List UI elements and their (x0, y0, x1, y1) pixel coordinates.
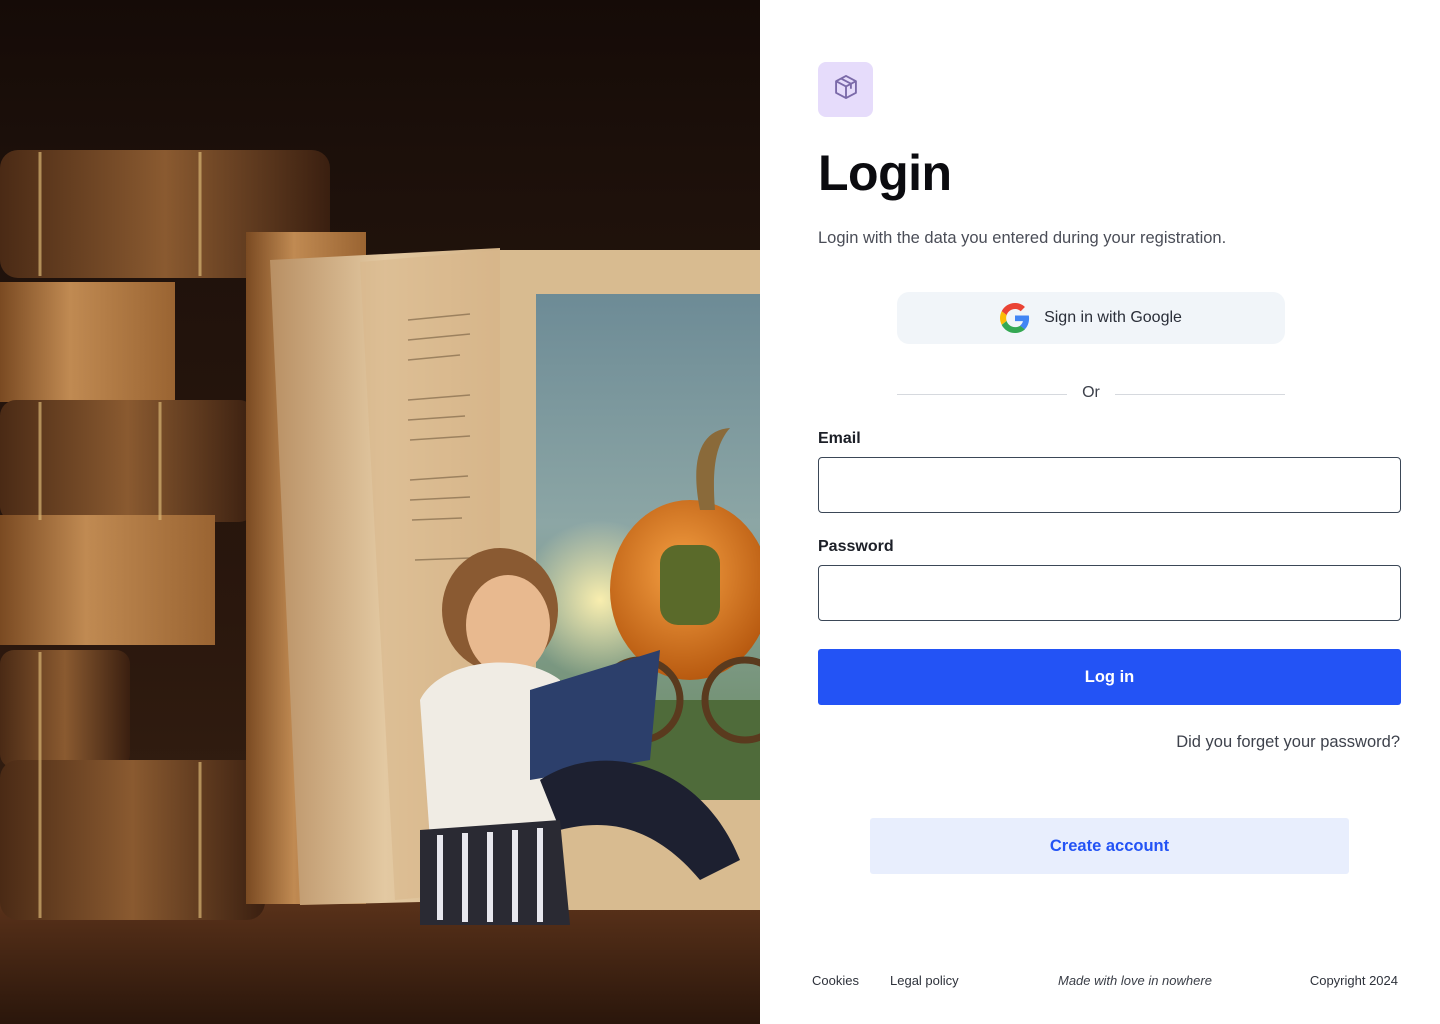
google-icon (1000, 303, 1030, 333)
or-divider: Or (897, 384, 1285, 404)
divider-text: Or (1082, 384, 1100, 401)
google-signin-label: Sign in with Google (1044, 309, 1182, 326)
footer-copyright: Copyright 2024 (1309, 973, 1398, 988)
cube-icon (832, 73, 860, 106)
brand-logo (818, 62, 873, 117)
footer: Cookies Legal policy Made with love in n… (760, 973, 1440, 993)
password-label: Password (818, 538, 894, 555)
google-signin-button[interactable]: Sign in with Google (897, 292, 1285, 344)
footer-legal-link[interactable]: Legal policy (890, 973, 959, 988)
page-title: Login (818, 145, 952, 201)
login-panel: Login Login with the data you entered du… (760, 0, 1440, 1024)
email-label: Email (818, 430, 861, 447)
email-field[interactable] (818, 457, 1401, 513)
forgot-password-link[interactable]: Did you forget your password? (1176, 733, 1400, 752)
create-account-button[interactable]: Create account (870, 818, 1349, 874)
login-button[interactable]: Log in (818, 649, 1401, 705)
password-field[interactable] (818, 565, 1401, 621)
divider-line-right (1115, 394, 1285, 395)
page-subtitle: Login with the data you entered during y… (818, 229, 1227, 247)
hero-artwork (0, 150, 760, 1024)
footer-cookies-link[interactable]: Cookies (812, 973, 859, 988)
footer-tagline: Made with love in nowhere (1058, 973, 1212, 988)
hero-illustration (0, 0, 760, 1024)
